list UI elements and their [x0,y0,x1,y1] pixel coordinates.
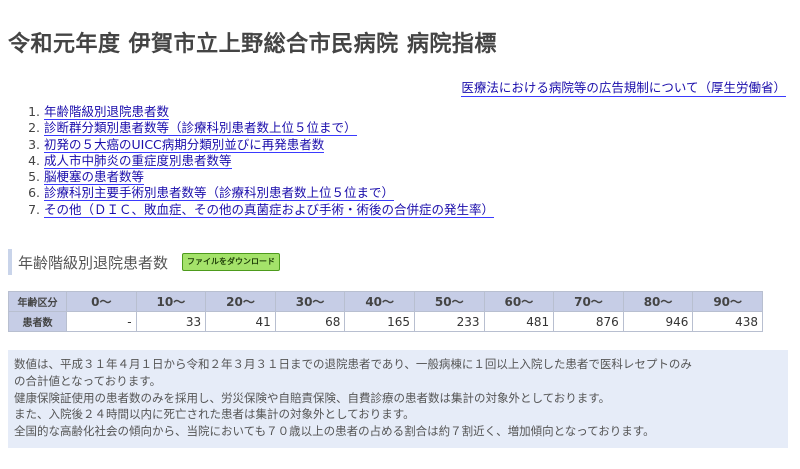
table-row: 患者数 - 33 41 68 165 233 481 876 946 438 [8,311,763,332]
note-line: 全国的な高齢化社会の傾向から、当院においても７０歳以上の患者の占める割合は約７割… [14,424,655,439]
note-line: また、入院後２４時間以内に死亡された患者は集計の対象外としております。 [14,407,415,422]
toc-item: 5. 脳梗塞の患者数等 [20,169,494,186]
toc-item: 4. 成人市中肺炎の重症度別患者数等 [20,152,494,169]
download-file-button[interactable]: ファイルをダウンロード [182,253,281,271]
table-header-row: 年齢区分 0〜 10〜 20〜 30〜 40〜 50〜 60〜 70〜 80〜 … [8,291,763,312]
toc-link-other[interactable]: その他（ＤＩＣ、敗血症、その他の真菌症および手術・術後の合併症の発生率） [43,201,494,218]
toc-number: 4. [28,152,40,168]
toc-item: 2. 診断群分類別患者数等（診療科別患者数上位５位まで） [20,120,494,137]
column-header: 90〜 [692,291,763,312]
explanation-box: 数値は、平成３１年４月１日から令和２年３月３１日までの退院患者であり、一般病棟に… [8,350,788,448]
column-header: 50〜 [413,291,485,312]
note-line: 数値は、平成３１年４月１日から令和２年３月３１日までの退院患者であり、一般病棟に… [14,357,692,371]
column-header: 80〜 [622,291,694,312]
table-cell: 68 [274,311,346,332]
column-header: 0〜 [66,291,137,312]
age-group-table: 年齢区分 0〜 10〜 20〜 30〜 40〜 50〜 60〜 70〜 80〜 … [8,291,763,332]
toc-number: 2. [28,120,40,136]
toc-link-cancer[interactable]: 初発の５大癌のUICC病期分類別並びに再発患者数 [43,136,325,153]
table-cell: 438 [692,311,763,332]
toc-number: 5. [28,169,40,185]
column-header: 40〜 [344,291,415,312]
toc-item: 7. その他（ＤＩＣ、敗血症、その他の真菌症および手術・術後の合併症の発生率） [20,201,494,218]
toc-number: 7. [28,201,40,217]
table-cell: 165 [344,311,415,332]
column-header: 20〜 [205,291,276,312]
toc-item: 3. 初発の５大癌のUICC病期分類別並びに再発患者数 [20,136,494,153]
table-cell: 481 [483,311,555,332]
toc-number: 3. [28,136,40,152]
table-cell: 946 [622,311,694,332]
toc-link-dpc[interactable]: 診断群分類別患者数等（診療科別患者数上位５位まで） [43,120,357,137]
section-title: 年齢階級別退院患者数 [18,253,169,272]
column-header: 30〜 [274,291,346,312]
toc-item: 6. 診療科別主要手術別患者数等（診療科別患者数上位５位まで） [20,185,494,202]
table-cell: 33 [135,311,207,332]
toc-number: 1. [28,104,40,119]
page-title: 令和元年度 伊賀市立上野総合市民病院 病院指標 [8,32,497,57]
ad-regulation-link[interactable]: 医療法における病院等の広告規制について（厚生労働省） [461,77,786,97]
toc-link-surgery[interactable]: 診療科別主要手術別患者数等（診療科別患者数上位５位まで） [43,185,394,202]
toc-link-pneumonia[interactable]: 成人市中肺炎の重症度別患者数等 [43,152,232,169]
toc-item: 1. 年齢階級別退院患者数 [20,104,494,120]
column-header-age-group: 年齢区分 [8,291,67,312]
section-header: 年齢階級別退院患者数 ファイルをダウンロード [8,249,281,275]
row-header-patients: 患者数 [8,311,67,332]
toc-link-age-group[interactable]: 年齢階級別退院患者数 [43,104,169,120]
toc-link-stroke[interactable]: 脳梗塞の患者数等 [43,169,144,186]
column-header: 70〜 [553,291,624,312]
table-cell: 41 [205,311,276,332]
column-header: 60〜 [483,291,555,312]
note-line: 健康保険証使用の患者数のみを採用し、労災保険や自賠責保険、自費診療の患者数は集計… [14,390,611,405]
table-cell: - [66,311,137,332]
table-cell: 876 [553,311,624,332]
column-header: 10〜 [135,291,207,312]
toc-number: 6. [28,185,40,201]
note-line: の合計値となっております。 [14,373,162,388]
table-cell: 233 [413,311,485,332]
table-of-contents: 1. 年齢階級別退院患者数 2. 診断群分類別患者数等（診療科別患者数上位５位ま… [20,104,494,218]
